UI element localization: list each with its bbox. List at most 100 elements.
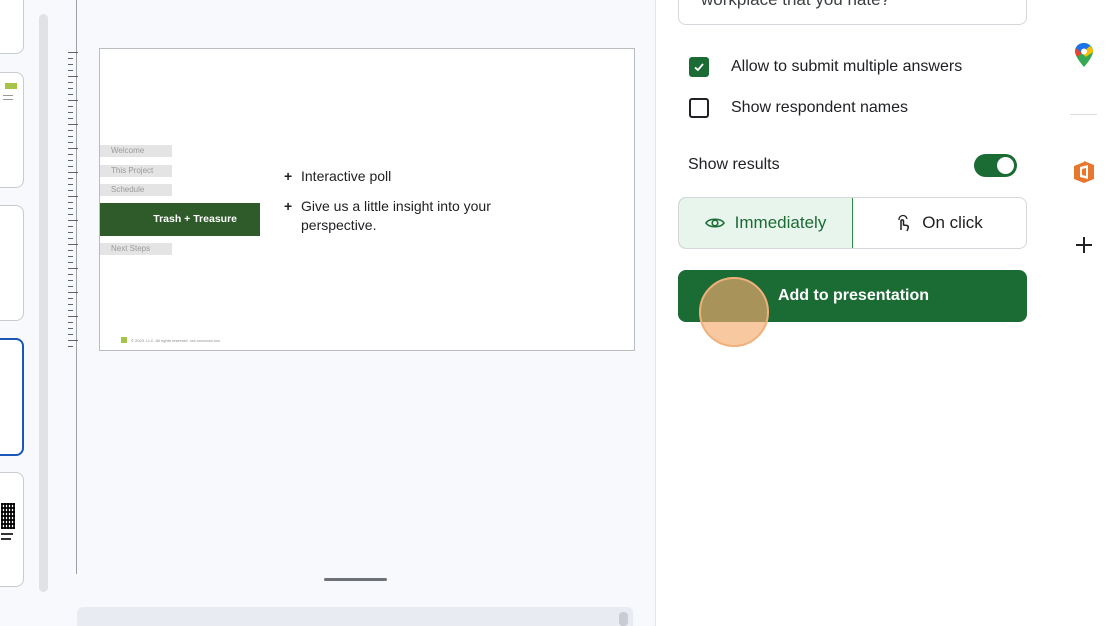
thumbnail-text	[1, 538, 11, 540]
immediately-option[interactable]: Immediately	[679, 198, 853, 248]
ruler-tick	[68, 304, 73, 305]
google-maps-icon[interactable]	[1072, 43, 1096, 67]
ruler-tick	[68, 136, 73, 137]
ruler-tick	[68, 346, 73, 347]
editor-scroll-handle[interactable]	[324, 578, 387, 581]
ruler-tick	[68, 334, 73, 335]
ruler-tick	[68, 310, 73, 311]
slide-thumbnail[interactable]	[0, 205, 24, 321]
plus-bullet-icon: +	[284, 168, 293, 184]
thumbnail-text	[1, 533, 13, 535]
results-timing-selector: Immediately On click	[678, 197, 1027, 249]
ruler-tick	[68, 208, 73, 209]
ruler-tick	[68, 328, 73, 329]
agenda-item: Next Steps	[100, 243, 172, 255]
agenda-item: Welcome	[100, 145, 172, 157]
vertical-ruler	[66, 52, 78, 350]
ruler-tick	[68, 58, 73, 59]
slide-footer: © 2023, LLC. All rights reserved. xxx.xx…	[121, 337, 220, 343]
office-icon[interactable]	[1072, 160, 1096, 184]
company-logo-icon	[121, 337, 127, 343]
ruler-tick	[68, 280, 73, 281]
toggle-knob	[997, 157, 1014, 174]
ruler-tick	[68, 340, 78, 341]
thumbnail-text	[3, 95, 13, 96]
addons-rail	[1048, 0, 1120, 626]
thumbnail-text	[3, 99, 13, 100]
ruler-tick	[68, 274, 73, 275]
ruler-tick	[68, 178, 73, 179]
ruler-tick	[68, 142, 73, 143]
ruler-tick	[68, 130, 73, 131]
ruler-tick	[68, 226, 73, 227]
ruler-tick	[68, 292, 78, 293]
slide-thumbnail[interactable]	[0, 0, 24, 54]
ruler-tick	[68, 52, 78, 53]
tap-gesture-icon	[898, 214, 910, 232]
ruler-tick	[68, 190, 73, 191]
checkmark-icon	[694, 63, 704, 72]
agenda-item-active: Trash + Treasure	[100, 203, 260, 236]
ruler-tick	[68, 112, 73, 113]
thumbnail-logo	[5, 83, 17, 89]
bullet-text: Give us a little insight into your persp…	[301, 198, 491, 233]
qr-code	[1, 503, 15, 529]
ruler-tick	[68, 94, 73, 95]
ruler-tick	[68, 220, 78, 221]
ruler-tick	[68, 118, 73, 119]
multiple-answers-checkbox[interactable]	[689, 57, 709, 77]
ruler-tick	[68, 268, 78, 269]
ruler-tick	[68, 214, 73, 215]
notes-scrollbar[interactable]	[619, 612, 628, 626]
ruler-tick	[68, 88, 73, 89]
rail-divider	[1070, 114, 1097, 115]
ruler-tick	[68, 250, 73, 251]
ruler-tick	[68, 148, 78, 149]
multiple-answers-option[interactable]: Allow to submit multiple answers	[689, 57, 962, 77]
slide-thumbnail-current[interactable]	[0, 338, 24, 456]
ruler-tick	[68, 256, 73, 257]
ruler-tick	[68, 154, 73, 155]
ruler-tick	[68, 262, 73, 263]
agenda-item: Schedule	[100, 184, 172, 196]
ruler-tick	[68, 166, 73, 167]
click-indicator	[699, 277, 769, 347]
slide-thumbnail[interactable]	[0, 472, 24, 587]
respondent-names-checkbox[interactable]	[689, 98, 709, 118]
ruler-tick	[68, 82, 73, 83]
ruler-tick	[68, 124, 78, 125]
ruler-tick	[68, 244, 78, 245]
on-click-option[interactable]: On click	[853, 198, 1026, 248]
ruler-tick	[68, 76, 78, 77]
ruler-tick	[68, 70, 73, 71]
ruler-tick	[68, 286, 73, 287]
footer-text: © 2023, LLC. All rights reserved. xxx.xx…	[131, 337, 220, 343]
speaker-notes-bar[interactable]	[77, 607, 633, 626]
ruler-tick	[68, 64, 73, 65]
respondent-names-option[interactable]: Show respondent names	[689, 98, 908, 118]
ruler-tick	[68, 196, 78, 197]
immediately-label: Immediately	[734, 213, 827, 232]
ruler-tick	[68, 172, 78, 173]
question-input[interactable]: workplace that you hate?	[678, 0, 1027, 25]
ruler-tick	[68, 202, 73, 203]
agenda-item: This Project	[100, 165, 172, 177]
show-results-label: Show results	[688, 156, 780, 173]
filmstrip-scrollbar[interactable]	[39, 14, 48, 592]
ruler-tick	[68, 106, 73, 107]
ruler-tick	[68, 160, 73, 161]
bullet-text: Interactive poll	[301, 168, 392, 184]
ruler-tick	[68, 238, 73, 239]
plus-icon[interactable]	[1072, 233, 1096, 257]
slide-canvas[interactable]: Welcome This Project Schedule Trash + Tr…	[99, 48, 635, 351]
on-click-label: On click	[922, 213, 983, 232]
eye-icon	[704, 218, 725, 228]
plus-bullet-icon: +	[284, 198, 293, 214]
slide-thumbnail[interactable]	[0, 72, 24, 188]
ruler-tick	[68, 316, 78, 317]
show-results-toggle[interactable]	[974, 154, 1017, 177]
respondent-names-label: Show respondent names	[731, 99, 908, 116]
ruler-tick	[68, 184, 73, 185]
ruler-tick	[68, 100, 78, 101]
ruler-tick	[68, 322, 73, 323]
